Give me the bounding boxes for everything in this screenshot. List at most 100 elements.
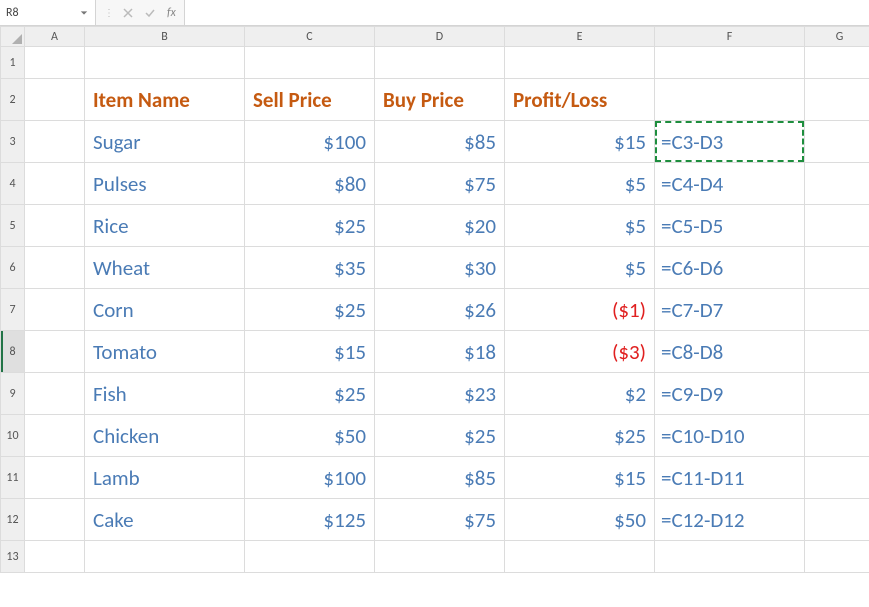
col-header[interactable]: E [505,27,655,47]
row-header[interactable]: 7 [1,289,25,331]
spreadsheet-grid[interactable]: A B C D E F G 12Item NameSell PriceBuy P… [0,26,869,573]
cell-B7[interactable]: Corn [85,289,245,331]
cell-A3[interactable] [25,121,85,163]
cell-F12[interactable]: =C12-D12 [655,499,805,541]
cell-F10[interactable]: =C10-D10 [655,415,805,457]
cell-C8[interactable]: $15 [245,331,375,373]
cell-D10[interactable]: $25 [375,415,505,457]
cell-A6[interactable] [25,247,85,289]
cell-D9[interactable]: $23 [375,373,505,415]
col-header[interactable]: G [805,27,869,47]
cell-B10[interactable]: Chicken [85,415,245,457]
cell-A5[interactable] [25,205,85,247]
cell-G6[interactable] [805,247,869,289]
cell-C6[interactable]: $35 [245,247,375,289]
cell-E7[interactable]: ($1) [505,289,655,331]
cell-E3[interactable]: $15 [505,121,655,163]
cell-C1[interactable] [245,47,375,79]
cell-F1[interactable] [655,47,805,79]
cell-C4[interactable]: $80 [245,163,375,205]
col-header[interactable]: F [655,27,805,47]
col-header[interactable]: A [25,27,85,47]
cell-C5[interactable]: $25 [245,205,375,247]
cell-G8[interactable] [805,331,869,373]
cell-B5[interactable]: Rice [85,205,245,247]
cell-D5[interactable]: $20 [375,205,505,247]
cell-G4[interactable] [805,163,869,205]
cell-F11[interactable]: =C11-D11 [655,457,805,499]
cell-A11[interactable] [25,457,85,499]
cell-B4[interactable]: Pulses [85,163,245,205]
cell-A8[interactable] [25,331,85,373]
cell-F13[interactable] [655,541,805,573]
row-header[interactable]: 5 [1,205,25,247]
fx-icon[interactable]: fx [167,6,176,20]
cell-E4[interactable]: $5 [505,163,655,205]
cell-B8[interactable]: Tomato [85,331,245,373]
cell-C3[interactable]: $100 [245,121,375,163]
cell-G3[interactable] [805,121,869,163]
cell-D11[interactable]: $85 [375,457,505,499]
cell-B11[interactable]: Lamb [85,457,245,499]
col-header[interactable]: B [85,27,245,47]
check-icon[interactable] [143,6,157,20]
cell-A7[interactable] [25,289,85,331]
row-header[interactable]: 4 [1,163,25,205]
row-header[interactable]: 6 [1,247,25,289]
cell-D3[interactable]: $85 [375,121,505,163]
chevron-down-icon[interactable] [79,8,89,18]
cell-G5[interactable] [805,205,869,247]
select-all-corner[interactable] [1,27,25,47]
cell-C12[interactable]: $125 [245,499,375,541]
col-header[interactable]: C [245,27,375,47]
cell-A13[interactable] [25,541,85,573]
cell-C10[interactable]: $50 [245,415,375,457]
cell-B3[interactable]: Sugar [85,121,245,163]
cell-D8[interactable]: $18 [375,331,505,373]
cell-A1[interactable] [25,47,85,79]
cell-E10[interactable]: $25 [505,415,655,457]
cell-D12[interactable]: $75 [375,499,505,541]
row-header[interactable]: 11 [1,457,25,499]
cell-F7[interactable]: =C7-D7 [655,289,805,331]
cell-G10[interactable] [805,415,869,457]
cell-B2[interactable]: Item Name [85,79,245,121]
cell-G2[interactable] [805,79,869,121]
cell-F9[interactable]: =C9-D9 [655,373,805,415]
row-header[interactable]: 1 [1,47,25,79]
row-header[interactable]: 13 [1,541,25,573]
cell-E12[interactable]: $50 [505,499,655,541]
cell-F5[interactable]: =C5-D5 [655,205,805,247]
cell-D2[interactable]: Buy Price [375,79,505,121]
cell-D1[interactable] [375,47,505,79]
row-header[interactable]: 3 [1,121,25,163]
cell-G1[interactable] [805,47,869,79]
cell-E8[interactable]: ($3) [505,331,655,373]
formula-input[interactable] [185,0,869,25]
row-header[interactable]: 10 [1,415,25,457]
cell-C7[interactable]: $25 [245,289,375,331]
cell-E5[interactable]: $5 [505,205,655,247]
cell-A4[interactable] [25,163,85,205]
row-header[interactable]: 8 [1,331,25,373]
cell-A10[interactable] [25,415,85,457]
cell-A2[interactable] [25,79,85,121]
cell-G9[interactable] [805,373,869,415]
cell-B12[interactable]: Cake [85,499,245,541]
row-header[interactable]: 2 [1,79,25,121]
cell-B1[interactable] [85,47,245,79]
cell-E2[interactable]: Profit/Loss [505,79,655,121]
cell-D4[interactable]: $75 [375,163,505,205]
cell-E11[interactable]: $15 [505,457,655,499]
cell-D7[interactable]: $26 [375,289,505,331]
cell-E6[interactable]: $5 [505,247,655,289]
cell-C9[interactable]: $25 [245,373,375,415]
cell-C13[interactable] [245,541,375,573]
cell-F6[interactable]: =C6-D6 [655,247,805,289]
cell-B13[interactable] [85,541,245,573]
cancel-icon[interactable] [121,6,135,20]
row-header[interactable]: 9 [1,373,25,415]
cell-C11[interactable]: $100 [245,457,375,499]
cell-F3[interactable]: =C3-D3 [655,121,805,163]
name-box[interactable]: R8 [0,0,96,25]
